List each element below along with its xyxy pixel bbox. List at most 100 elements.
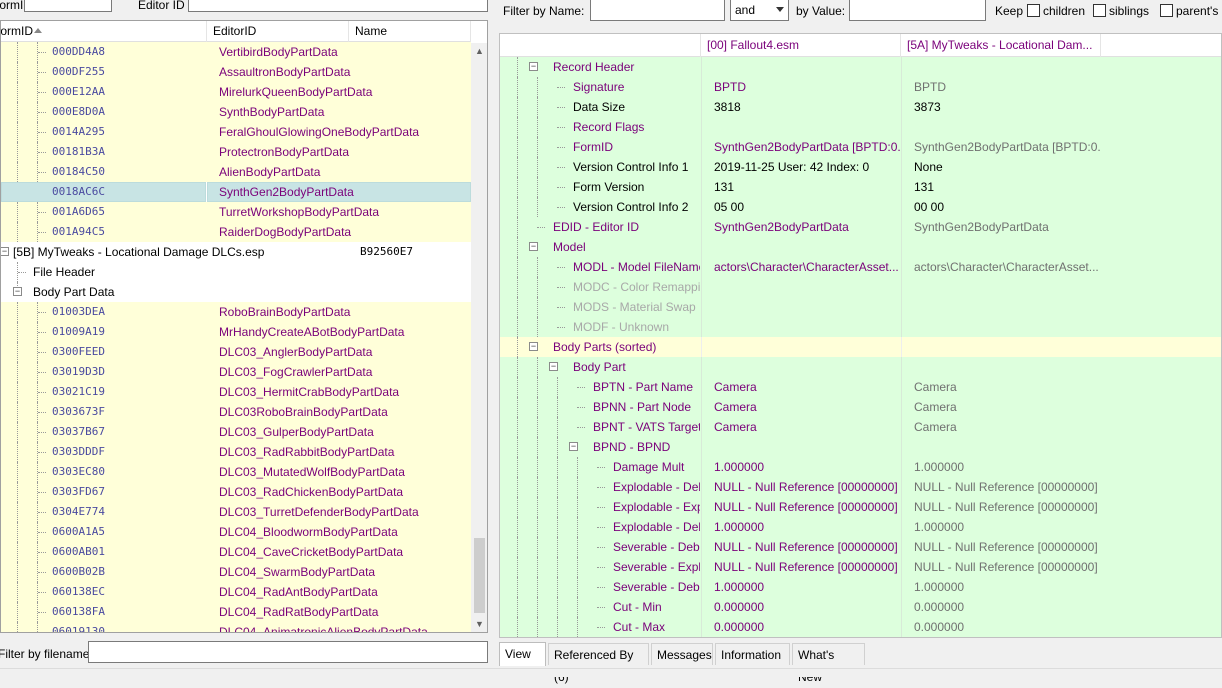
grid-value-master[interactable]: [701, 297, 900, 317]
grid-row[interactable]: Cut - Max 0.000000 0.000000: [500, 617, 1221, 637]
column-mytweaks-plugin[interactable]: [5A] MyTweaks - Locational Dam...: [900, 34, 1100, 57]
grid-value-plugin[interactable]: [901, 317, 1101, 337]
grid-row[interactable]: Severable - DebrisNULL - Null Reference …: [500, 537, 1221, 557]
grid-value-plugin[interactable]: [901, 277, 1101, 297]
column-editorid[interactable]: EditorID: [207, 21, 349, 42]
grid-value-master[interactable]: SynthGen2BodyPartData: [701, 217, 900, 237]
keep-parents-checkbox[interactable]: [1160, 4, 1173, 17]
filter-value-input[interactable]: [849, 0, 986, 21]
collapse-icon[interactable]: −: [13, 287, 22, 296]
grid-value-master[interactable]: NULL - Null Reference [00000000]: [701, 537, 900, 557]
tree-record-row[interactable]: 00184C50 AlienBodyPartData: [1, 162, 471, 182]
grid-value-plugin[interactable]: 3873: [901, 97, 1101, 117]
tree-record-row[interactable]: 03019D3D DLC03_FogCrawlerPartData: [1, 362, 471, 382]
grid-row[interactable]: BPTN - Part Name Camera Camera: [500, 377, 1221, 397]
grid-value-plugin[interactable]: NULL - Null Reference [00000000]: [901, 477, 1101, 497]
collapse-icon[interactable]: −: [529, 242, 538, 251]
grid-row[interactable]: Explodable - Deb...1.0000001.000000: [500, 517, 1221, 537]
tab-referenced-by[interactable]: Referenced By (6): [548, 643, 649, 684]
scroll-up-icon[interactable]: ▲: [471, 43, 487, 60]
tab-information[interactable]: Information: [715, 643, 790, 665]
grid-row[interactable]: Version Control Info 1 2019-11-25 User: 4…: [500, 157, 1221, 177]
grid-value-plugin[interactable]: [901, 337, 1101, 357]
grid-row[interactable]: Version Control Info 2 05 00 00 00: [500, 197, 1221, 217]
tree-record-row[interactable]: 01009A19 MrHandyCreateABotBodyPartData: [1, 322, 471, 342]
grid-value-master[interactable]: [701, 437, 900, 457]
grid-value-plugin[interactable]: [901, 117, 1101, 137]
grid-value-plugin[interactable]: [901, 297, 1101, 317]
tree-record-row[interactable]: 000E12AA MirelurkQueenBodyPartData: [1, 82, 471, 102]
grid-value-master[interactable]: 1.000000: [701, 457, 900, 477]
formid-search-input[interactable]: [24, 0, 112, 12]
tree-record-row[interactable]: 0303FD67 DLC03_RadChickenBodyPartData: [1, 482, 471, 502]
grid-value-plugin[interactable]: 0.000000: [901, 617, 1101, 637]
tree-record-row[interactable]: 06019130 DLC04_AnimatronicAlienBodyPartDa…: [1, 622, 471, 632]
tree-record-row[interactable]: 000E8D0A SynthBodyPartData: [1, 102, 471, 122]
grid-value-master[interactable]: 0.000000: [701, 617, 900, 637]
tree-record-row[interactable]: 0600B02B DLC04_SwarmBodyPartData: [1, 562, 471, 582]
grid-row[interactable]: MODC - Color Remappin...: [500, 277, 1221, 297]
filter-name-input[interactable]: [590, 0, 725, 21]
grid-row[interactable]: Signature BPTD BPTD: [500, 77, 1221, 97]
grid-value-master[interactable]: BPTD: [701, 77, 900, 97]
grid-value-master[interactable]: [701, 237, 900, 257]
tree-plugin-row[interactable]: − [5B] MyTweaks - Locational Damage DLCs.…: [1, 242, 471, 262]
grid-value-master[interactable]: 2019-11-25 User: 42 Index: 0: [701, 157, 900, 177]
grid-value-plugin[interactable]: SynthGen2BodyPartData: [901, 217, 1101, 237]
grid-value-master[interactable]: 3818: [701, 97, 900, 117]
grid-value-plugin[interactable]: NULL - Null Reference [00000000]: [901, 537, 1101, 557]
grid-value-master[interactable]: 05 00: [701, 197, 900, 217]
collapse-icon[interactable]: −: [529, 342, 538, 351]
grid-value-master[interactable]: Camera: [701, 397, 900, 417]
tree-record-row[interactable]: 0600AB01 DLC04_CaveCricketBodyPartData: [1, 542, 471, 562]
grid-row[interactable]: Record Flags: [500, 117, 1221, 137]
tree-record-row[interactable]: 0303DDDF DLC03_RadRabbitBodyPartData: [1, 442, 471, 462]
grid-value-plugin[interactable]: 131: [901, 177, 1101, 197]
column-name[interactable]: Name: [349, 21, 471, 42]
grid-value-plugin[interactable]: None: [901, 157, 1101, 177]
grid-row[interactable]: Explodable - Expl...NULL - Null Referenc…: [500, 497, 1221, 517]
grid-value-master[interactable]: Camera: [701, 377, 900, 397]
tree-record-row[interactable]: 000DF255 AssaultronBodyPartData: [1, 62, 471, 82]
scroll-down-icon[interactable]: ▼: [471, 616, 487, 632]
tree-record-row[interactable]: 000DD4A8 VertibirdBodyPartData: [1, 42, 471, 62]
editorid-search-input[interactable]: [188, 0, 488, 12]
grid-value-master[interactable]: [701, 317, 900, 337]
grid-value-master[interactable]: NULL - Null Reference [00000000]: [701, 497, 900, 517]
grid-value-plugin[interactable]: NULL - Null Reference [00000000]: [901, 557, 1101, 577]
tree-record-row[interactable]: 0600A1A5 DLC04_BloodwormBodyPartData: [1, 522, 471, 542]
tab-whats-new[interactable]: What's New: [792, 643, 865, 684]
grid-value-master[interactable]: 1.000000: [701, 577, 900, 597]
grid-value-plugin[interactable]: NULL - Null Reference [00000000]: [901, 497, 1101, 517]
grid-value-master[interactable]: 0.000000: [701, 597, 900, 617]
grid-value-master[interactable]: actors\Character\CharacterAsset...: [701, 257, 900, 277]
grid-row[interactable]: Damage Mult 1.000000 1.000000: [500, 457, 1221, 477]
grid-value-master[interactable]: [701, 337, 900, 357]
tree-file-header-row[interactable]: File Header: [1, 262, 471, 282]
tab-view[interactable]: View: [499, 642, 546, 666]
grid-value-master[interactable]: 1.000000: [701, 517, 900, 537]
scrollbar-thumb[interactable]: [474, 538, 485, 613]
grid-row[interactable]: − Body Parts (sorted): [500, 337, 1221, 357]
tree-record-row[interactable]: 0014A295 FeralGhoulGlowingOneBodyPartData: [1, 122, 471, 142]
tree-record-row[interactable]: 0303673F DLC03RoboBrainBodyPartData: [1, 402, 471, 422]
grid-value-plugin[interactable]: actors\Character\CharacterAsset...: [901, 257, 1101, 277]
tree-record-row[interactable]: 03037B67 DLC03_GulperBodyPartData: [1, 422, 471, 442]
grid-value-master[interactable]: [701, 357, 900, 377]
grid-value-master[interactable]: NULL - Null Reference [00000000]: [701, 557, 900, 577]
grid-row[interactable]: BPNT - VATS Target Camera Camera: [500, 417, 1221, 437]
grid-row[interactable]: EDID - Editor ID SynthGen2BodyPartData Syn…: [500, 217, 1221, 237]
tree-record-row[interactable]: 001A94C5 RaiderDogBodyPartData: [1, 222, 471, 242]
grid-value-master[interactable]: [701, 117, 900, 137]
grid-row[interactable]: Explodable - DebrisNULL - Null Reference…: [500, 477, 1221, 497]
collapse-icon[interactable]: −: [549, 362, 558, 371]
filename-filter-input[interactable]: [88, 641, 488, 663]
collapse-icon[interactable]: −: [1, 247, 9, 256]
grid-row[interactable]: − Record Header: [500, 57, 1221, 77]
grid-row[interactable]: Cut - Min 0.000000 0.000000: [500, 597, 1221, 617]
tree-record-row[interactable]: 060138EC DLC04_RadAntBodyPartData: [1, 582, 471, 602]
grid-value-plugin[interactable]: [901, 237, 1101, 257]
tree-scrollbar[interactable]: ▲ ▼: [471, 43, 487, 632]
grid-value-master[interactable]: Camera: [701, 417, 900, 437]
tree-record-row[interactable]: 0303EC80 DLC03_MutatedWolfBodyPartData: [1, 462, 471, 482]
